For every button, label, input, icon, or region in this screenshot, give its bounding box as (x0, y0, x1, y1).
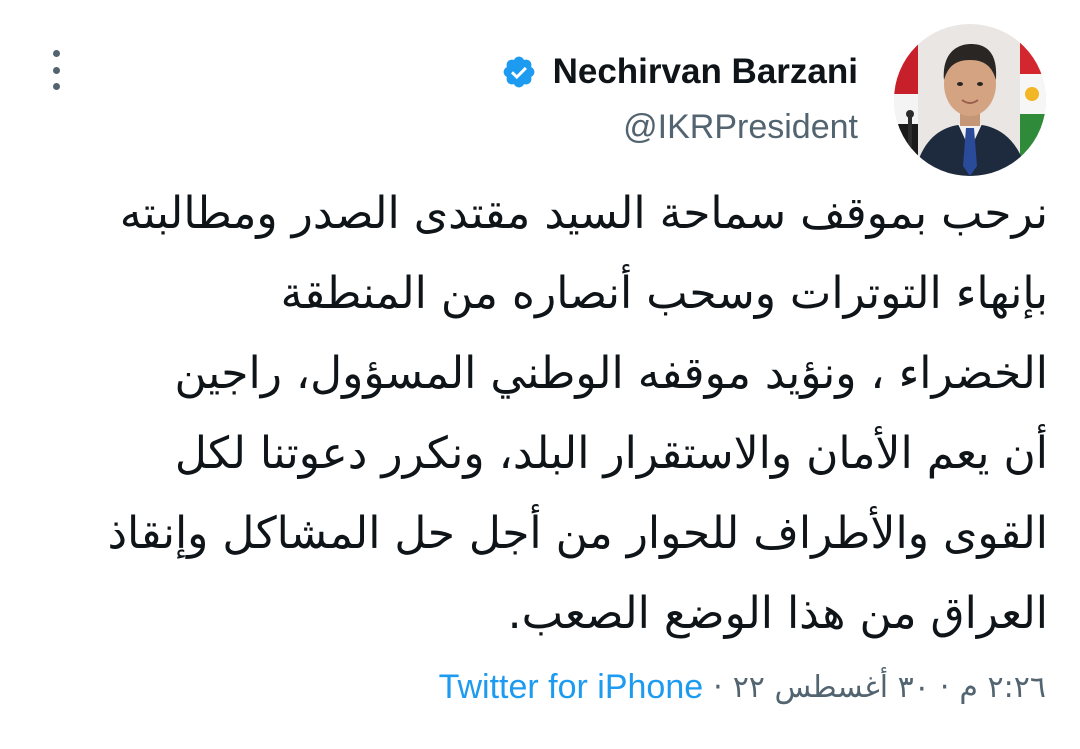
tweet-meta: ٢:٢٦ م · ٣٠ أغسطس ٢٢ · Twitter for iPhon… (439, 668, 1046, 707)
tweet-source-link[interactable]: Twitter for iPhone (439, 668, 704, 707)
author-display-name[interactable]: Nechirvan Barzani (553, 52, 858, 92)
tweet-card: Nechirvan Barzani @IKRPresident نرحب بمو… (0, 0, 1080, 749)
author-name-row[interactable]: Nechirvan Barzani (501, 52, 858, 92)
meta-separator: · (939, 670, 950, 705)
tweet-text-line: أن يعم الأمان والاستقرار البلد، ونكرر دع… (174, 428, 1048, 479)
profile-photo-icon (894, 24, 1046, 176)
avatar[interactable] (894, 24, 1046, 176)
more-vertical-icon-dot (52, 66, 60, 74)
tweet-text-line: الخضراء ، ونؤيد موقفه الوطني المسؤول، را… (174, 348, 1049, 399)
author-handle[interactable]: @IKRPresident (623, 108, 858, 147)
tweet-text-line: القوى والأطراف للحوار من أجل حل المشاكل … (107, 508, 1048, 559)
tweet-time[interactable]: ٢:٢٦ م (959, 670, 1046, 705)
tweet-date[interactable]: ٣٠ أغسطس ٢٢ (733, 670, 930, 705)
more-vertical-icon-dot (52, 83, 60, 90)
more-vertical-icon (52, 50, 60, 57)
more-options-button[interactable] (42, 50, 70, 90)
tweet-text: نرحب بموقف سماحة السيد مقتدى الصدر ومطال… (40, 174, 1048, 654)
verified-badge-icon (503, 56, 534, 88)
tweet-text-line: العراق من هذا الوضع الصعب. (507, 588, 1048, 639)
tweet-text-line: بإنهاء التوترات وسحب أنصاره من المنطقة (280, 268, 1048, 319)
tweet-text-line: نرحب بموقف سماحة السيد مقتدى الصدر ومطال… (119, 188, 1048, 239)
meta-separator: · (713, 670, 723, 705)
